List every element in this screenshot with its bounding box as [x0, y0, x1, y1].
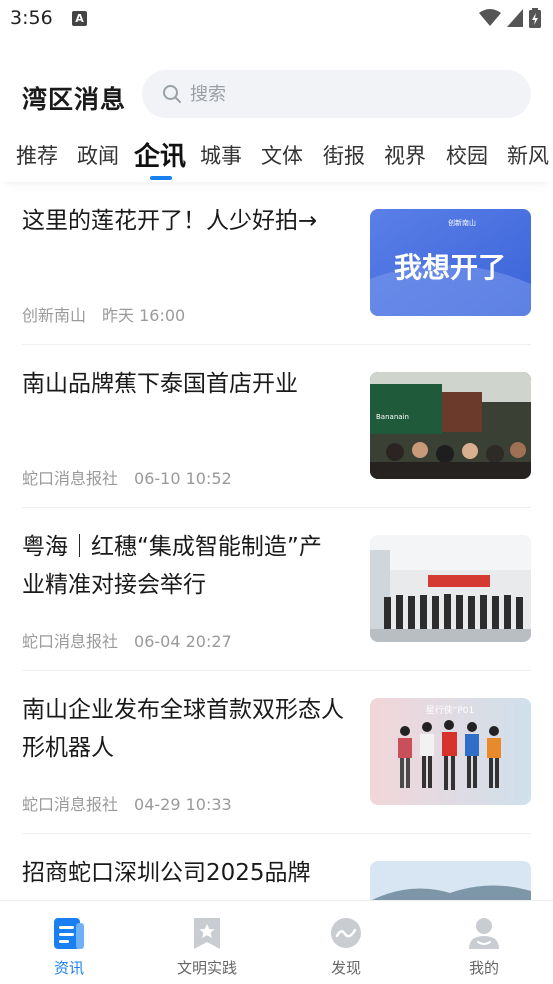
news-item[interactable]: 南山企业发布全球首款双形态人形机器人 蛇口消息报社 04-29 10:33 星行侠…: [0, 671, 553, 834]
news-item[interactable]: 粤海｜红穗“集成智能制造”产业精准对接会举行 蛇口消息报社 06-04 20:27: [0, 508, 553, 671]
news-meta: 蛇口消息报社 06-04 20:27: [22, 628, 232, 652]
status-time: 3:56: [10, 7, 53, 29]
news-item[interactable]: 招商蛇口深圳公司2025品牌: [0, 834, 553, 900]
news-item[interactable]: 这里的莲花开了！人少好拍→ 创新南山 昨天 16:00 创新南山 我想开了: [0, 182, 553, 345]
nav-item-discover[interactable]: 发现: [296, 915, 396, 978]
category-tabs: 推荐 政闻 企讯 城事 文体 街报 视界 校园 新风: [0, 132, 553, 182]
nav-label: 我的: [468, 959, 499, 977]
thumb-brand-text: Bananain: [376, 413, 409, 421]
signal-icon: [507, 9, 523, 27]
search-icon: [163, 85, 181, 103]
news-title[interactable]: 南山企业发布全球首款双形态人形机器人: [22, 691, 344, 767]
news-source: 蛇口消息报社: [22, 632, 119, 651]
tab-street-news[interactable]: 街报: [323, 140, 365, 170]
nav-label: 文明实践: [176, 959, 237, 977]
thumb-headline-text: 我想开了: [394, 251, 506, 284]
news-meta: 创新南山 昨天 16:00: [22, 302, 185, 326]
news-feed[interactable]: 这里的莲花开了！人少好拍→ 创新南山 昨天 16:00 创新南山 我想开了 南山品…: [0, 182, 553, 900]
status-bar: 3:56 A: [0, 0, 553, 40]
thumb-caption-text: 星行侠“P01: [426, 704, 475, 716]
document-icon: [54, 918, 84, 949]
nav-label: 发现: [330, 959, 361, 977]
news-item[interactable]: 南山品牌蕉下泰国首店开业 蛇口消息报社 06-10 10:52 Bananain: [0, 345, 553, 508]
bottom-navigation: 资讯 文明实践 发现 我的: [0, 900, 553, 984]
news-thumbnail[interactable]: 星行侠“P01: [370, 698, 531, 805]
news-source: 创新南山: [22, 306, 87, 325]
profile-icon: [469, 918, 499, 949]
news-title[interactable]: 粤海｜红穗“集成智能制造”产业精准对接会举行: [22, 528, 344, 604]
news-meta: 蛇口消息报社 04-29 10:33: [22, 791, 232, 815]
app-title: 湾区消息: [22, 85, 127, 114]
notification-icon: A: [72, 11, 87, 26]
nav-item-news[interactable]: 资讯: [19, 915, 119, 978]
news-title[interactable]: 招商蛇口深圳公司2025品牌: [22, 854, 344, 892]
news-source: 蛇口消息报社: [22, 795, 119, 814]
news-time: 06-10 10:52: [134, 469, 232, 488]
news-time: 昨天 16:00: [102, 306, 186, 325]
news-title[interactable]: 南山品牌蕉下泰国首店开业: [22, 365, 344, 403]
tab-enterprise[interactable]: 企讯: [134, 136, 186, 173]
active-tab-indicator: [150, 176, 172, 180]
news-time: 06-04 20:27: [134, 632, 232, 651]
tab-culture-sports[interactable]: 文体: [261, 140, 303, 170]
news-thumbnail[interactable]: Bananain: [370, 372, 531, 479]
search-bar[interactable]: [142, 70, 531, 118]
news-thumbnail[interactable]: [370, 535, 531, 642]
thumb-logo-text: 创新南山: [448, 218, 476, 227]
tab-politics[interactable]: 政闻: [77, 140, 119, 170]
discover-wave-icon: [331, 918, 361, 948]
news-thumbnail[interactable]: [370, 861, 531, 900]
news-meta: 蛇口消息报社 06-10 10:52: [22, 465, 232, 489]
battery-icon: [529, 8, 541, 28]
news-time: 04-29 10:33: [134, 795, 232, 814]
tab-campus[interactable]: 校园: [446, 140, 488, 170]
header: 湾区消息: [0, 70, 553, 120]
wifi-icon: [479, 9, 501, 26]
status-indicators: [479, 8, 541, 28]
search-input[interactable]: [190, 83, 490, 105]
news-title[interactable]: 这里的莲花开了！人少好拍→: [22, 202, 344, 240]
tab-recommend[interactable]: 推荐: [16, 140, 58, 170]
tab-city[interactable]: 城事: [200, 140, 242, 170]
bookmark-star-icon: [194, 918, 220, 949]
news-thumbnail[interactable]: 创新南山 我想开了: [370, 209, 531, 316]
nav-label: 资讯: [53, 959, 84, 977]
tab-vision[interactable]: 视界: [384, 140, 426, 170]
nav-item-profile[interactable]: 我的: [434, 915, 534, 978]
tab-new-trend[interactable]: 新风: [507, 140, 549, 170]
nav-item-civilization-practice[interactable]: 文明实践: [157, 915, 257, 978]
news-source: 蛇口消息报社: [22, 469, 119, 488]
